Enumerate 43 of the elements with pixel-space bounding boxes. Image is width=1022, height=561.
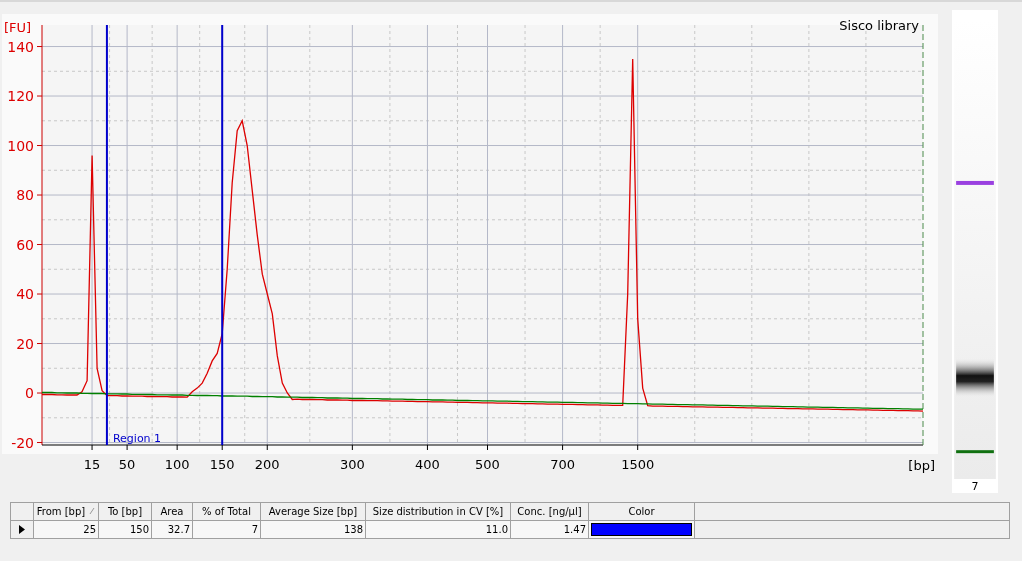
sort-icon: [89, 507, 96, 515]
table-cell: 7: [193, 521, 261, 538]
table-cell: 32.7: [152, 521, 193, 538]
table-cell: 11.0: [366, 521, 511, 538]
y-tick-label: 0: [25, 385, 34, 402]
y-axis-label: [FU]: [4, 20, 32, 35]
y-tick-label: 60: [16, 236, 34, 253]
x-tick-label: 400: [415, 457, 440, 472]
y-tick-label: 100: [7, 137, 34, 154]
x-tick-label: 700: [550, 457, 575, 472]
color-swatch[interactable]: [591, 523, 692, 536]
region-marker-line[interactable]: [221, 24, 224, 446]
x-tick-label: 300: [339, 457, 365, 472]
x-tick-label: 100: [164, 457, 190, 472]
y-tick-label: 20: [16, 335, 34, 352]
region-label: Region 1: [112, 432, 162, 445]
x-tick-label: 200: [254, 457, 280, 472]
column-header[interactable]: Color: [589, 503, 695, 520]
x-tick-label: 50: [118, 457, 136, 472]
x-tick-label: 15: [83, 457, 101, 472]
table-cell: 25: [34, 521, 99, 538]
y-tick-label: 120: [7, 88, 34, 105]
y-tick-label: -20: [11, 434, 34, 451]
x-axis-label: [bp]: [908, 458, 935, 473]
table-cell: 138: [261, 521, 366, 538]
column-header[interactable]: Area: [152, 503, 193, 520]
y-tick-label: 40: [16, 286, 34, 303]
column-header[interactable]: % of Total: [193, 503, 261, 520]
y-tick-label: 140: [7, 38, 34, 55]
table-cell: 150: [99, 521, 152, 538]
region-marker-line[interactable]: [105, 24, 108, 446]
column-header[interactable]: Conc. [ng/µl]: [511, 503, 589, 520]
chart-title: Sisco library: [839, 18, 919, 33]
column-header[interactable]: To [bp]: [99, 503, 152, 520]
lane-label: 7: [971, 480, 979, 493]
x-tick-label: 150: [209, 457, 235, 472]
x-tick-label: 1500: [621, 457, 655, 472]
x-tick-label: 500: [475, 457, 500, 472]
column-header[interactable]: Average Size [bp]: [261, 503, 366, 520]
table-cell: 1.47: [511, 521, 589, 538]
column-header[interactable]: Size distribution in CV [%]: [366, 503, 511, 520]
y-tick-label: 80: [16, 187, 34, 204]
column-header[interactable]: From [bp]: [34, 503, 99, 520]
